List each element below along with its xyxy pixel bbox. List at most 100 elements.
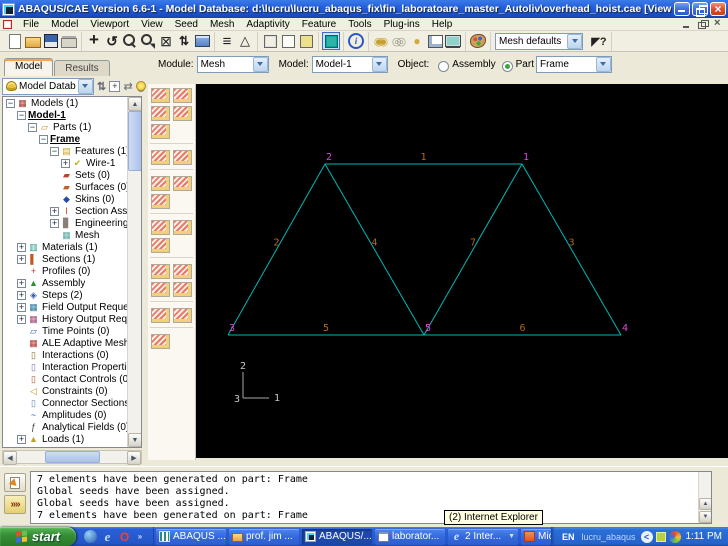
tree-plus-expander[interactable]: + xyxy=(17,279,26,288)
combo-dropdown-icon[interactable] xyxy=(372,57,387,72)
fill-mesh-render-icon[interactable] xyxy=(322,32,340,50)
tree-plus-expander[interactable]: + xyxy=(17,243,26,252)
viewport-canvas[interactable]: 123456712345213 xyxy=(196,84,728,458)
seed-edge-by-size-icon[interactable] xyxy=(151,124,170,139)
tree-item-sections-1[interactable]: +▌Sections (1) xyxy=(3,253,127,265)
collapse-edge-icon[interactable] xyxy=(173,308,192,323)
tree-plus-expander[interactable]: + xyxy=(17,303,26,312)
tree-item-frame[interactable]: −Frame xyxy=(3,133,127,145)
message-scrollbar[interactable]: ▲ ▼ xyxy=(698,472,711,523)
tree-vertical-scrollbar[interactable]: ▲ ▼ xyxy=(127,97,141,447)
task-button-laborator[interactable]: laborator... xyxy=(375,529,445,545)
mesh-tools-icon[interactable] xyxy=(151,334,170,349)
tree-plus-expander[interactable]: + xyxy=(17,255,26,264)
render-shaded-stack-icon[interactable] xyxy=(236,32,254,50)
tree-item-section-assignm[interactable]: +ΙSection Assignm xyxy=(3,205,127,217)
menu-mesh[interactable]: Mesh xyxy=(204,18,240,31)
tree-item-contact-controls-0[interactable]: ▯Contact Controls (0) xyxy=(3,373,127,385)
assign-element-type-icon[interactable] xyxy=(173,150,192,165)
query-mesh-icon[interactable] xyxy=(151,220,170,235)
scroll-down-icon[interactable]: ▼ xyxy=(128,433,142,447)
menu-file[interactable]: File xyxy=(17,18,45,31)
tree-horizontal-scrollbar[interactable]: ◀ ▶ xyxy=(2,450,142,464)
tree-item-constraints-0[interactable]: ◁Constraints (0) xyxy=(3,385,127,397)
magnify-view-icon[interactable] xyxy=(121,32,139,50)
zoom-select-icon[interactable] xyxy=(139,32,157,50)
rotate-view-icon[interactable] xyxy=(103,32,121,50)
color-palette-icon[interactable] xyxy=(469,32,487,50)
pan-view-icon[interactable] xyxy=(85,32,103,50)
tree-minus-expander[interactable]: − xyxy=(50,147,59,156)
task-button-prof-jim[interactable]: prof. jim ... xyxy=(229,529,299,545)
underlay-plot-icon[interactable] xyxy=(390,32,408,50)
task-button-2-inter[interactable]: e2 Inter...▼ xyxy=(448,529,518,545)
module-combo[interactable]: Mesh xyxy=(197,56,269,73)
menu-seed[interactable]: Seed xyxy=(169,18,204,31)
query-info-icon[interactable] xyxy=(347,32,365,50)
link-objects-icon[interactable] xyxy=(123,78,133,94)
combo-dropdown-icon[interactable] xyxy=(567,34,582,49)
restore-button[interactable] xyxy=(692,2,708,16)
part-combo[interactable]: Frame xyxy=(536,56,612,73)
viewport-layout-icon[interactable] xyxy=(426,32,444,50)
tree-plus-expander[interactable]: + xyxy=(50,207,59,216)
tree-minus-expander[interactable]: − xyxy=(39,135,48,144)
viewport-window-icon[interactable] xyxy=(3,20,12,29)
messenger-icon[interactable] xyxy=(84,530,97,543)
combo-dropdown-icon[interactable] xyxy=(78,79,93,94)
new-file-icon[interactable] xyxy=(6,32,24,50)
menu-help[interactable]: Help xyxy=(426,18,459,31)
mesh-part-icon[interactable] xyxy=(151,176,170,191)
edit-node-icon[interactable] xyxy=(173,264,192,279)
fit-view-icon[interactable] xyxy=(157,32,175,50)
tree-plus-expander[interactable]: + xyxy=(17,435,26,444)
tree-item-interactions-0[interactable]: ▯Interactions (0) xyxy=(3,349,127,361)
message-area-button[interactable] xyxy=(4,473,26,492)
menu-feature[interactable]: Feature xyxy=(296,18,342,31)
open-file-icon[interactable] xyxy=(24,32,42,50)
tree-hscroll-thumb[interactable] xyxy=(45,451,100,463)
tree-item-steps-2[interactable]: +◈Steps (2) xyxy=(3,289,127,301)
tab-results[interactable]: Results xyxy=(54,60,109,76)
delete-part-seeds-icon[interactable] xyxy=(173,88,192,103)
language-indicator[interactable]: EN xyxy=(559,531,578,543)
tree-item-assembly[interactable]: +▲Assembly xyxy=(3,277,127,289)
tree-item-connector-sections-0[interactable]: ▯Connector Sections (0) xyxy=(3,397,127,409)
wireframe-render-icon[interactable] xyxy=(261,32,279,50)
tree-item-wire-1[interactable]: +✔Wire-1 xyxy=(3,157,127,169)
tree-item-interaction-properties[interactable]: ▯Interaction Properties xyxy=(3,361,127,373)
tree-item-amplitudes-0[interactable]: ~Amplitudes (0) xyxy=(3,409,127,421)
color-code-combo[interactable]: Mesh defaults xyxy=(495,33,583,50)
child-close-button[interactable] xyxy=(711,19,724,30)
tree-database-combo[interactable]: Model Datab xyxy=(2,78,94,95)
cycle-items-icon[interactable] xyxy=(97,78,107,94)
radio-assembly[interactable] xyxy=(438,61,449,72)
tree-item-ale-adaptive-mesh-co[interactable]: ▦ALE Adaptive Mesh Co xyxy=(3,337,127,349)
minimize-button[interactable] xyxy=(674,2,690,16)
tree-item-mesh[interactable]: ▦Mesh xyxy=(3,229,127,241)
start-button[interactable]: start xyxy=(0,527,76,546)
menu-plugins[interactable]: Plug-ins xyxy=(378,18,426,31)
tab-model[interactable]: Model xyxy=(4,58,53,76)
delete-part-mesh-icon[interactable] xyxy=(151,194,170,209)
menu-model[interactable]: Model xyxy=(45,18,84,31)
tree-item-history-output-reque[interactable]: +▦History Output Reque xyxy=(3,313,127,325)
tree-minus-expander[interactable]: − xyxy=(28,123,37,132)
tree-item-profiles-0[interactable]: +Profiles (0) xyxy=(3,265,127,277)
tree-plus-expander[interactable]: + xyxy=(17,315,26,324)
menu-adaptivity[interactable]: Adaptivity xyxy=(240,18,295,31)
opera-icon[interactable]: O xyxy=(118,530,131,543)
scroll-down-icon[interactable]: ▼ xyxy=(699,511,712,523)
tree-item-features-1[interactable]: −▤Features (1) xyxy=(3,145,127,157)
shaded-render-icon[interactable] xyxy=(297,32,315,50)
tree-plus-expander[interactable]: + xyxy=(61,159,70,168)
child-minimize-button[interactable] xyxy=(681,19,694,30)
tree-plus-expander[interactable]: + xyxy=(50,219,59,228)
tree-plus-expander[interactable]: + xyxy=(17,291,26,300)
tree-item-models-1[interactable]: −▦Models (1) xyxy=(3,97,127,109)
expand-container-icon[interactable] xyxy=(109,78,120,94)
tray-browser-icon[interactable] xyxy=(669,531,681,543)
filter-lightbulb-icon[interactable] xyxy=(136,78,146,94)
more-icon[interactable]: » xyxy=(135,530,145,543)
task-button-abaqus[interactable]: ABAQUS ... xyxy=(156,529,226,545)
